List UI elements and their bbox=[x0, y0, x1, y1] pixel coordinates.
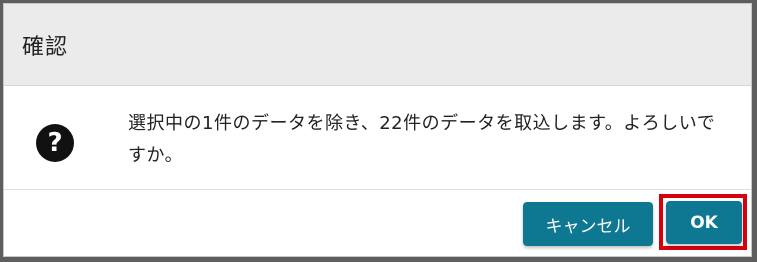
question-circle-icon: ? bbox=[36, 124, 74, 162]
dialog-body: ? 選択中の1件のデータを除き、22件のデータを取込します。よろしいですか。 bbox=[4, 86, 751, 190]
dialog-title: 確認 bbox=[22, 34, 69, 60]
dialog-message: 選択中の1件のデータを除き、22件のデータを取込します。よろしいですか。 bbox=[128, 113, 716, 166]
cancel-button[interactable]: キャンセル bbox=[523, 202, 653, 246]
confirm-dialog: 確認 ? 選択中の1件のデータを除き、22件のデータを取込します。よろしいですか… bbox=[3, 3, 752, 257]
ok-button[interactable]: OK bbox=[666, 201, 742, 244]
dialog-header: 確認 bbox=[4, 4, 751, 86]
dialog-footer: キャンセル OK bbox=[4, 190, 751, 256]
